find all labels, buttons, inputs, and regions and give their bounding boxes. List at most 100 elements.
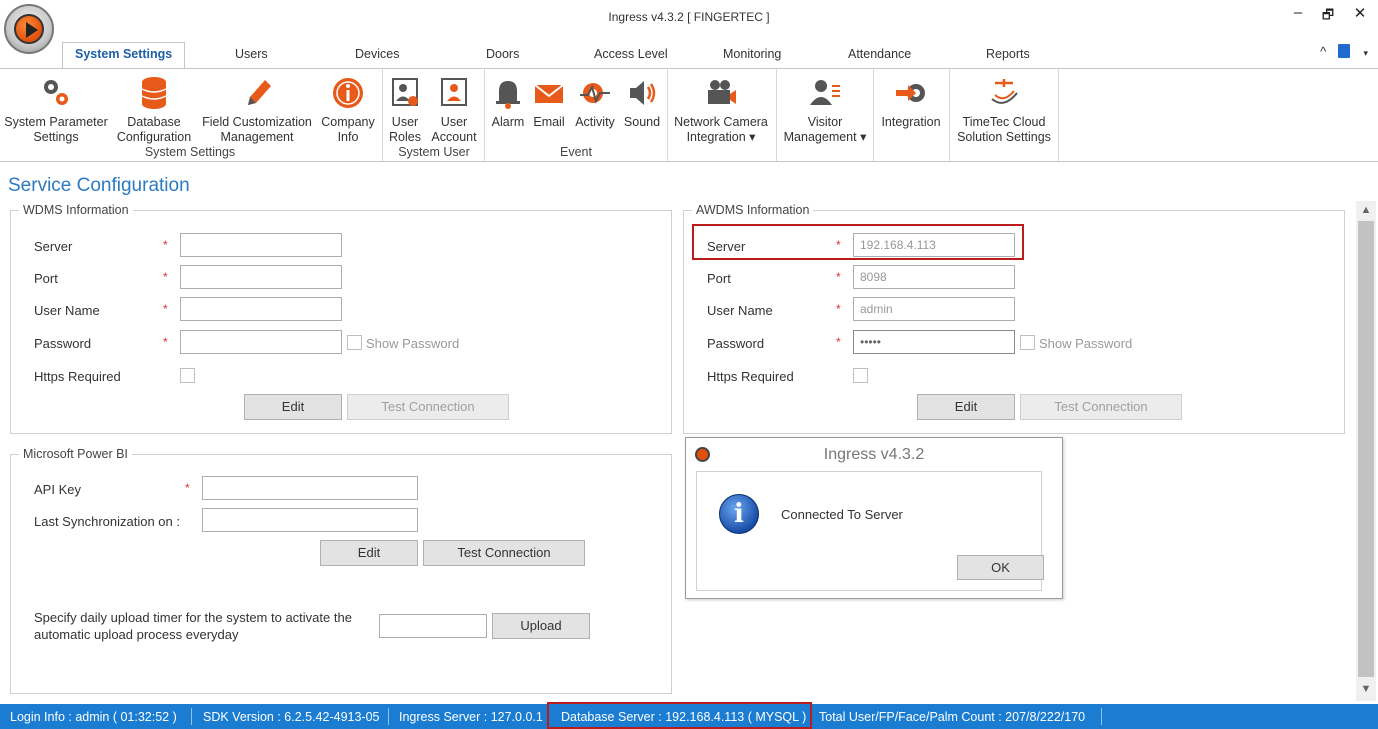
upload-description-line-1: Specify daily upload timer for the syste…	[34, 610, 352, 625]
integration-icon	[896, 84, 925, 102]
wdms-show-password-checkbox[interactable]	[347, 335, 362, 350]
app-logo-icon[interactable]	[4, 4, 54, 54]
status-separator	[1101, 708, 1102, 725]
wdms-username-input[interactable]	[180, 297, 342, 321]
network-camera-integration-button[interactable]: Network Camera Integration ▾	[670, 73, 772, 145]
bell-icon	[496, 81, 520, 109]
email-button[interactable]: Email	[530, 73, 568, 130]
scroll-thumb[interactable]	[1358, 221, 1374, 677]
minimize-button[interactable]: –	[1284, 4, 1312, 21]
awdms-password-label: Password	[707, 336, 765, 351]
awdms-username-label: User Name	[707, 303, 773, 318]
sound-button[interactable]: Sound	[621, 73, 663, 130]
ribbon-group-system-user: System User	[398, 145, 470, 159]
awdms-test-connection-button[interactable]: Test Connection	[1020, 394, 1182, 420]
wdms-information-group: WDMS Information Server * Port * User Na…	[10, 203, 672, 434]
user-roles-icon	[392, 78, 418, 106]
ribbon-divider	[949, 69, 950, 161]
ribbon-label: Settings	[33, 130, 79, 144]
message-dialog: Ingress v4.3.2 i Connected To Server OK	[685, 437, 1063, 599]
awdms-port-input[interactable]	[853, 265, 1015, 289]
status-ingress-server: Ingress Server : 127.0.0.1	[399, 710, 543, 724]
awdms-edit-button[interactable]: Edit	[917, 394, 1015, 420]
company-info-button[interactable]: Company Info	[318, 73, 378, 145]
ribbon-divider	[873, 69, 874, 161]
ribbon-tabs: System Settings Users Devices Doors Acce…	[0, 40, 1378, 69]
ribbon-label: Integration ▾	[686, 130, 756, 144]
ribbon-label: Field Customization	[202, 115, 312, 129]
scroll-down-button[interactable]: ▼	[1356, 683, 1376, 695]
database-server-highlight	[547, 702, 812, 729]
api-key-input[interactable]	[202, 476, 418, 500]
wdms-legend: WDMS Information	[19, 203, 133, 217]
wdms-password-label: Password	[34, 336, 92, 351]
ribbon-divider	[776, 69, 777, 161]
collapse-ribbon-button[interactable]: ^	[1320, 44, 1326, 59]
tab-users[interactable]: Users	[235, 45, 268, 69]
status-separator	[388, 708, 389, 725]
tab-doors[interactable]: Doors	[486, 45, 519, 69]
information-icon: i	[719, 494, 759, 534]
integration-button[interactable]: Integration	[876, 73, 946, 130]
more-options-button[interactable]: ▾	[1363, 48, 1368, 58]
speaker-icon	[630, 81, 656, 105]
visitor-management-button[interactable]: Visitor Management ▾	[779, 73, 871, 145]
wdms-port-input[interactable]	[180, 265, 342, 289]
awdms-username-input[interactable]	[853, 297, 1015, 321]
tab-access-level[interactable]: Access Level	[594, 45, 668, 69]
visitor-icon	[810, 80, 840, 105]
user-roles-button[interactable]: User Roles	[386, 73, 424, 145]
upload-timer-input[interactable]	[379, 614, 487, 638]
field-customization-button[interactable]: Field Customization Management	[198, 73, 316, 145]
activity-button[interactable]: Activity	[571, 73, 619, 130]
restore-button[interactable]: 🗗	[1314, 6, 1342, 28]
ribbon: System Parameter Settings Database Confi…	[0, 68, 1378, 162]
user-account-button[interactable]: User Account	[428, 73, 480, 145]
tab-attendance[interactable]: Attendance	[848, 45, 911, 69]
required-mark: *	[836, 270, 841, 284]
wdms-test-connection-button[interactable]: Test Connection	[347, 394, 509, 420]
timetec-cloud-settings-button[interactable]: TimeTec Cloud Solution Settings	[952, 73, 1056, 145]
wdms-server-input[interactable]	[180, 233, 342, 257]
wdms-https-label: Https Required	[34, 369, 121, 384]
ribbon-label: Database	[127, 115, 181, 129]
tab-system-settings[interactable]: System Settings	[62, 42, 186, 69]
wdms-password-input[interactable]	[180, 330, 342, 354]
ribbon-options: ^ ▾	[1320, 44, 1368, 59]
required-mark: *	[836, 335, 841, 349]
ribbon-label: Management	[220, 130, 294, 144]
close-button[interactable]: ✕	[1346, 4, 1374, 22]
awdms-show-password-checkbox[interactable]	[1020, 335, 1035, 350]
awdms-https-checkbox[interactable]	[853, 368, 868, 383]
ribbon-label: Info	[337, 130, 359, 144]
ribbon-label: Network Camera	[674, 115, 768, 129]
office-icon[interactable]	[1337, 44, 1350, 58]
system-parameter-settings-button[interactable]: System Parameter Settings	[4, 73, 108, 145]
ribbon-label: User	[440, 115, 468, 129]
scroll-up-button[interactable]: ▲	[1356, 204, 1376, 216]
tab-monitoring[interactable]: Monitoring	[723, 45, 781, 69]
vertical-scrollbar[interactable]: ▲ ▼	[1356, 201, 1376, 701]
wdms-https-checkbox[interactable]	[180, 368, 195, 383]
awdms-server-highlight	[692, 224, 1024, 260]
database-configuration-button[interactable]: Database Configuration	[112, 73, 196, 145]
tab-reports[interactable]: Reports	[986, 45, 1030, 69]
ribbon-divider	[382, 69, 383, 161]
power-bi-group: Microsoft Power BI API Key * Last Synchr…	[10, 447, 672, 694]
alarm-button[interactable]: Alarm	[488, 73, 528, 130]
ribbon-label: Roles	[389, 130, 421, 144]
pencil-icon	[248, 80, 271, 105]
dialog-ok-button[interactable]: OK	[957, 555, 1044, 580]
wdms-edit-button[interactable]: Edit	[244, 394, 342, 420]
ribbon-label: TimeTec Cloud	[962, 115, 1046, 129]
required-mark: *	[163, 302, 168, 316]
last-sync-input[interactable]	[202, 508, 418, 532]
required-mark: *	[185, 481, 190, 495]
tab-devices[interactable]: Devices	[355, 45, 399, 69]
awdms-password-input[interactable]	[853, 330, 1015, 354]
power-bi-test-connection-button[interactable]: Test Connection	[423, 540, 585, 566]
power-bi-edit-button[interactable]: Edit	[320, 540, 418, 566]
upload-button[interactable]: Upload	[492, 613, 590, 639]
wdms-port-label: Port	[34, 271, 58, 286]
database-icon	[141, 77, 167, 109]
